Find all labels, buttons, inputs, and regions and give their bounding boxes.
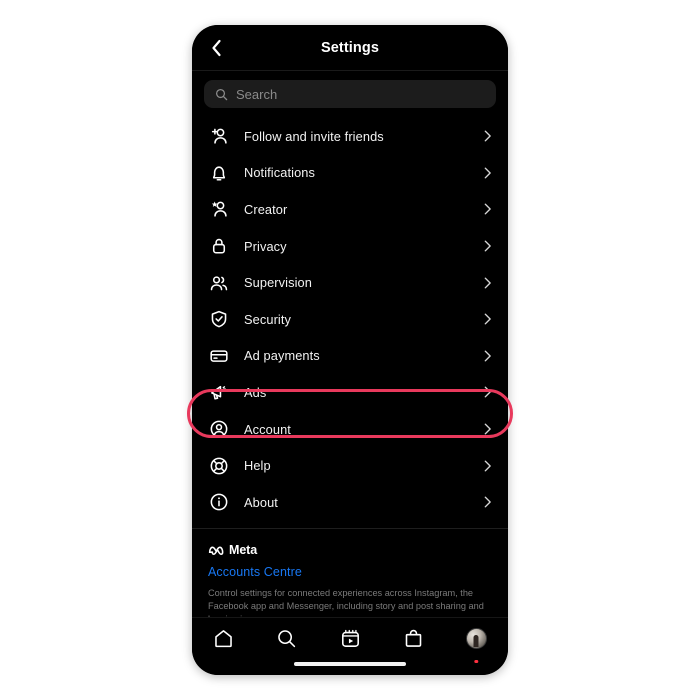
- accounts-centre-link[interactable]: Accounts Centre: [208, 565, 492, 579]
- tab-shop[interactable]: [382, 628, 445, 662]
- home-indicator: [294, 662, 406, 666]
- menu-item-ad-payments[interactable]: Ad payments: [192, 338, 508, 375]
- chevron-right-icon: [480, 349, 494, 363]
- app-header: Settings: [192, 25, 508, 71]
- reels-icon: [341, 629, 359, 647]
- search-placeholder: Search: [236, 86, 278, 102]
- settings-menu-list: Follow and invite friends Notifications: [192, 117, 508, 521]
- chevron-right-icon: [480, 129, 494, 143]
- menu-item-label: Supervision: [244, 275, 312, 291]
- search-container: Search: [192, 71, 508, 117]
- menu-item-label: Help: [244, 458, 271, 474]
- menu-item-label: Notifications: [244, 165, 316, 181]
- menu-item-security[interactable]: Security: [192, 301, 508, 338]
- meta-brand-row: Meta: [208, 543, 492, 557]
- search-icon: [278, 630, 296, 648]
- account-circle-icon: [208, 418, 230, 440]
- menu-item-about[interactable]: About: [192, 484, 508, 521]
- tab-search[interactable]: [255, 628, 318, 662]
- chevron-left-icon: [211, 39, 221, 56]
- menu-item-follow-and-invite-friends[interactable]: Follow and invite friends: [192, 118, 508, 155]
- chevron-right-icon: [480, 385, 494, 399]
- chevron-right-icon: [480, 276, 494, 290]
- menu-item-privacy[interactable]: Privacy: [192, 228, 508, 265]
- home-icon: [215, 630, 232, 648]
- meta-infinity-icon: [208, 546, 224, 555]
- menu-item-label: Follow and invite friends: [244, 128, 384, 144]
- menu-item-account[interactable]: Account: [192, 411, 508, 448]
- credit-card-icon: [208, 345, 230, 367]
- lifebuoy-icon: [208, 455, 230, 477]
- menu-item-supervision[interactable]: Supervision: [192, 264, 508, 301]
- shop-bag-icon: [405, 629, 421, 647]
- menu-item-help[interactable]: Help: [192, 447, 508, 484]
- avatar: [465, 628, 487, 649]
- shield-check-icon: [208, 308, 230, 330]
- bell-icon: [208, 162, 230, 184]
- star-person-icon: [208, 198, 230, 220]
- notification-badge-dot: [474, 659, 479, 663]
- meta-brand-label: Meta: [229, 542, 258, 557]
- menu-item-label: Security: [244, 311, 292, 327]
- tab-reels[interactable]: [318, 628, 381, 662]
- bottom-navigation-bar: [192, 617, 508, 675]
- menu-item-label: Account: [244, 421, 291, 437]
- info-circle-icon: [208, 491, 230, 513]
- lock-icon: [208, 235, 230, 257]
- menu-item-ads[interactable]: Ads: [192, 374, 508, 411]
- search-input[interactable]: Search: [204, 80, 496, 108]
- chevron-right-icon: [480, 166, 494, 180]
- page-title: Settings: [321, 39, 379, 56]
- tab-profile[interactable]: [445, 628, 508, 663]
- chevron-right-icon: [480, 202, 494, 216]
- tab-home[interactable]: [192, 628, 255, 662]
- menu-item-label: Creator: [244, 201, 288, 217]
- chevron-right-icon: [480, 459, 494, 473]
- menu-item-creator[interactable]: Creator: [192, 191, 508, 228]
- back-button[interactable]: [200, 25, 232, 70]
- menu-item-label: About: [244, 494, 278, 510]
- people-icon: [208, 272, 230, 294]
- meta-section: Meta Accounts Centre Control settings fo…: [192, 528, 508, 626]
- screenshot-canvas: Settings Search Follow and invite friend…: [0, 0, 700, 700]
- chevron-right-icon: [480, 495, 494, 509]
- add-person-icon: [208, 125, 230, 147]
- phone-frame: Settings Search Follow and invite friend…: [192, 25, 508, 675]
- menu-item-label: Privacy: [244, 238, 287, 254]
- search-icon: [215, 88, 228, 100]
- chevron-right-icon: [480, 239, 494, 253]
- menu-item-label: Ad payments: [244, 348, 320, 364]
- chevron-right-icon: [480, 312, 494, 326]
- menu-item-label: Ads: [244, 384, 267, 400]
- megaphone-icon: [208, 381, 230, 403]
- chevron-right-icon: [480, 422, 494, 436]
- menu-item-notifications[interactable]: Notifications: [192, 155, 508, 192]
